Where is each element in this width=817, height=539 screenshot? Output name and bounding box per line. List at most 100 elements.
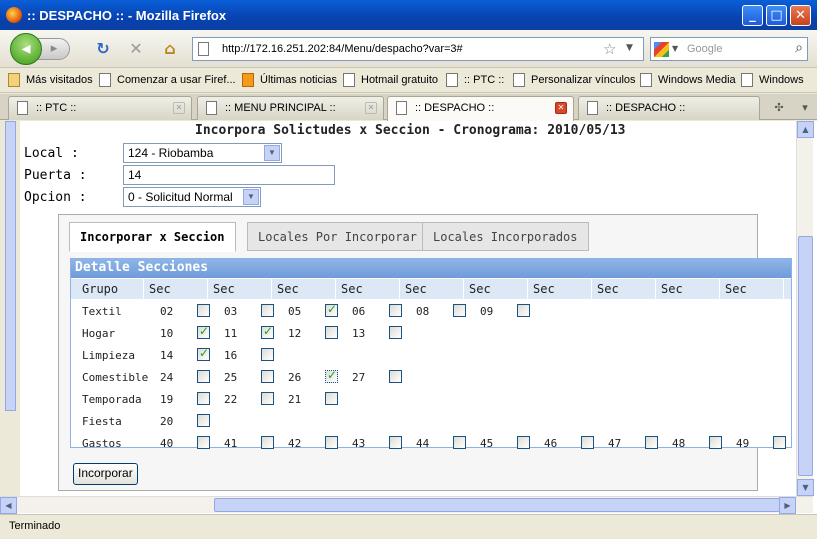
puerta-input[interactable]: 14: [123, 165, 335, 185]
engine-dropdown-icon[interactable]: ▼: [672, 44, 678, 53]
home-icon[interactable]: ⌂: [160, 39, 180, 59]
bookmark-label: Personalizar vínculos: [531, 74, 636, 86]
sec-number: 27: [352, 371, 366, 384]
minimize-button[interactable]: _: [742, 5, 763, 26]
bookmark-windows-media[interactable]: Windows Media: [640, 73, 736, 87]
bookmark-customize-links[interactable]: Personalizar vínculos: [513, 73, 636, 87]
sec-checkbox[interactable]: [389, 436, 402, 449]
sec-checkbox[interactable]: [645, 436, 658, 449]
sec-checkbox[interactable]: [261, 348, 274, 361]
local-label: Local :: [24, 146, 79, 161]
search-icon[interactable]: ⌕: [795, 40, 803, 56]
forward-button[interactable]: ▸: [38, 38, 70, 60]
bookmark-most-visited[interactable]: Más visitados: [8, 73, 93, 87]
sec-checkbox[interactable]: [517, 436, 530, 449]
tab-menu-principal[interactable]: :: MENU PRINCIPAL :: ✕: [197, 96, 384, 120]
maximize-button[interactable]: □: [766, 5, 787, 26]
sec-checkbox[interactable]: [197, 436, 210, 449]
sec-number: 19: [160, 393, 174, 406]
close-button[interactable]: ✕: [790, 5, 811, 26]
chevron-down-icon[interactable]: ▼: [264, 145, 280, 161]
sec-checkbox[interactable]: [325, 436, 338, 449]
vertical-scroll-thumb[interactable]: [798, 236, 813, 476]
bookmark-latest-news[interactable]: Últimas noticias: [242, 73, 337, 87]
bookmark-ptc[interactable]: :: PTC ::: [446, 73, 504, 87]
tab-close-icon[interactable]: ✕: [555, 102, 567, 114]
sec-checkbox[interactable]: [197, 324, 210, 339]
sec-checkbox[interactable]: [197, 414, 210, 427]
tab-locales-por-incorporar[interactable]: Locales Por Incorporar: [247, 222, 428, 251]
opcion-select[interactable]: 0 - Solicitud Normal ▼: [123, 187, 261, 207]
sec-number: 44: [416, 437, 430, 450]
reload-icon[interactable]: ↻: [93, 39, 113, 59]
tab-despacho[interactable]: :: DESPACHO ::: [578, 96, 760, 120]
scroll-right-icon[interactable]: ▶: [779, 497, 796, 514]
sidebar-thumb: [5, 121, 16, 411]
sec-checkbox[interactable]: [261, 392, 274, 405]
sec-checkbox[interactable]: [389, 304, 402, 317]
page-icon: [587, 101, 598, 115]
grupo-cell: Gastos: [82, 437, 122, 450]
sec-checkbox[interactable]: [453, 436, 466, 449]
sec-checkbox[interactable]: [261, 324, 274, 339]
sec-checkbox[interactable]: [325, 392, 338, 405]
chevron-down-icon[interactable]: ▼: [243, 189, 259, 205]
sec-checkbox[interactable]: [325, 302, 338, 317]
scroll-down-icon[interactable]: ▼: [797, 479, 814, 496]
bookmark-star-icon[interactable]: ☆: [603, 40, 616, 58]
sec-checkbox[interactable]: [453, 304, 466, 317]
tab-despacho-active[interactable]: :: DESPACHO :: ✕: [387, 96, 574, 121]
sec-checkbox[interactable]: [197, 370, 210, 383]
sec-checkbox[interactable]: [709, 436, 722, 449]
table-row: Gastos 40 41 42 43 44 45 46 47 48 49: [71, 433, 791, 455]
column-divider: [399, 279, 400, 299]
sec-checkbox[interactable]: [517, 304, 530, 317]
sec-number: 12: [288, 327, 302, 340]
bookmark-windows[interactable]: Windows: [741, 73, 804, 87]
bookmark-getting-started[interactable]: Comenzar a usar Firef...: [99, 73, 236, 87]
sec-checkbox[interactable]: [261, 304, 274, 317]
bookmark-hotmail[interactable]: Hotmail gratuito: [343, 73, 438, 87]
sec-checkbox[interactable]: [261, 436, 274, 449]
horizontal-scroll-thumb[interactable]: [214, 498, 780, 512]
stop-icon[interactable]: ✕: [126, 39, 146, 59]
back-button[interactable]: ◂: [10, 33, 42, 65]
folder-icon: [8, 73, 20, 87]
column-header-row: Grupo Sec Sec Sec Sec Sec Sec Sec Sec Se…: [71, 279, 791, 299]
sec-checkbox[interactable]: [197, 304, 210, 317]
tab-close-icon[interactable]: ✕: [173, 102, 185, 114]
tab-incorporar-x-seccion[interactable]: Incorporar x Seccion: [69, 222, 236, 252]
search-bar[interactable]: ▼ Google ⌕: [650, 37, 808, 61]
sec-checkbox[interactable]: [197, 392, 210, 405]
tab-label: :: PTC ::: [36, 102, 77, 114]
column-divider: [335, 279, 336, 299]
sec-number: 20: [160, 415, 174, 428]
sec-checkbox[interactable]: [581, 436, 594, 449]
sec-checkbox[interactable]: [261, 370, 274, 383]
sec-checkbox[interactable]: [389, 370, 402, 383]
sec-checkbox[interactable]: [773, 436, 786, 449]
local-select[interactable]: 124 - Riobamba ▼: [123, 143, 282, 163]
table-row: Limpieza 14 16: [71, 345, 791, 367]
tab-close-icon[interactable]: ✕: [365, 102, 377, 114]
scroll-left-icon[interactable]: ◀: [0, 497, 17, 514]
column-sec: Sec: [149, 282, 171, 296]
horizontal-scrollbar[interactable]: ◀ ▶: [0, 496, 813, 514]
url-dropdown-icon[interactable]: ▼: [626, 43, 633, 53]
column-divider: [719, 279, 720, 299]
incorporar-button[interactable]: Incorporar: [73, 463, 138, 485]
column-sec: Sec: [277, 282, 299, 296]
address-bar[interactable]: http://172.16.251.202:84/Menu/despacho?v…: [192, 37, 644, 61]
tab-scroll-icon[interactable]: ✣: [770, 97, 788, 119]
tab-locales-incorporados[interactable]: Locales Incorporados: [422, 222, 589, 251]
tab-ptc[interactable]: :: PTC :: ✕: [8, 96, 192, 120]
scroll-up-icon[interactable]: ▲: [797, 121, 814, 138]
vertical-scrollbar[interactable]: ▲ ▼: [796, 121, 814, 496]
sec-checkbox[interactable]: [389, 326, 402, 339]
sec-checkbox[interactable]: [325, 326, 338, 339]
sec-checkbox[interactable]: [197, 346, 210, 361]
google-icon[interactable]: [654, 42, 669, 57]
sec-number: 08: [416, 305, 430, 318]
sec-checkbox[interactable]: [325, 368, 338, 383]
tab-list-icon[interactable]: ▾: [796, 97, 814, 119]
